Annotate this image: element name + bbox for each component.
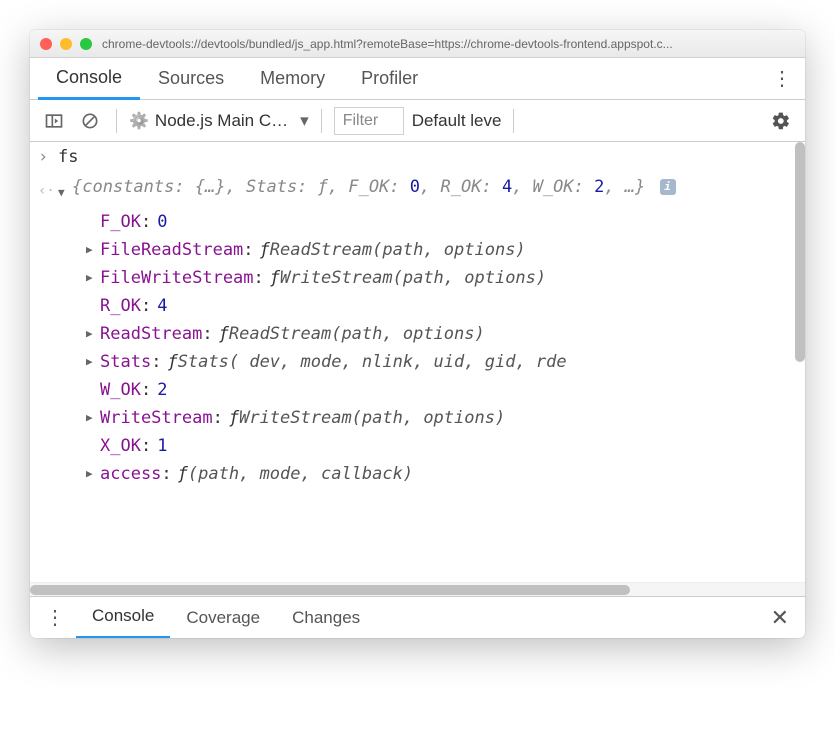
function-icon: ƒ xyxy=(219,321,229,347)
context-icon: ⚙️ xyxy=(129,111,149,131)
console-input-row[interactable]: › fs xyxy=(30,142,805,172)
expand-triangle-icon[interactable]: ▶ xyxy=(86,321,100,347)
drawer-menu-button[interactable]: ⋮ xyxy=(40,605,70,630)
tab-console[interactable]: Console xyxy=(38,58,140,100)
tab-memory[interactable]: Memory xyxy=(242,58,343,100)
traffic-lights xyxy=(40,38,92,50)
titlebar: chrome-devtools://devtools/bundled/js_ap… xyxy=(30,30,805,58)
divider xyxy=(513,109,514,133)
expand-triangle-icon[interactable]: ▶ xyxy=(86,265,100,291)
sidebar-icon xyxy=(44,111,64,131)
property-key: WriteStream xyxy=(100,405,213,431)
close-window-button[interactable] xyxy=(40,38,52,50)
devtools-window: chrome-devtools://devtools/bundled/js_ap… xyxy=(30,30,805,638)
property-row[interactable]: ▶ReadStream: ƒ ReadStream(path, options) xyxy=(86,320,805,348)
property-key: X_OK xyxy=(100,433,141,459)
property-key: W_OK xyxy=(100,377,141,403)
drawer-tab-coverage[interactable]: Coverage xyxy=(170,597,276,639)
function-icon: ƒ xyxy=(178,461,188,487)
property-row[interactable]: ▶access: ƒ (path, mode, callback) xyxy=(86,460,805,488)
function-icon: ƒ xyxy=(260,237,270,263)
property-value: ReadStream(path, options) xyxy=(229,321,485,347)
maximize-window-button[interactable] xyxy=(80,38,92,50)
object-properties: F_OK: 0▶FileReadStream: ƒ ReadStream(pat… xyxy=(30,208,805,488)
tab-profiler[interactable]: Profiler xyxy=(343,58,436,100)
function-icon: ƒ xyxy=(270,265,280,291)
expand-triangle-icon[interactable]: ▶ xyxy=(86,461,100,487)
console-settings-button[interactable] xyxy=(767,107,795,135)
expand-triangle-icon[interactable]: ▶ xyxy=(86,237,100,263)
property-key: Stats xyxy=(100,349,151,375)
expand-triangle-icon[interactable]: ▶ xyxy=(86,405,100,431)
clear-console-button[interactable] xyxy=(76,107,104,135)
toggle-sidebar-button[interactable] xyxy=(40,107,68,135)
drawer-tabs: ⋮ Console Coverage Changes ✕ xyxy=(30,596,805,638)
console-toolbar: ⚙️ Node.js Main C… ▾ Default leve xyxy=(30,100,805,142)
property-value: WriteStream(path, options) xyxy=(280,265,546,291)
log-level-selector[interactable]: Default leve xyxy=(412,111,502,131)
function-icon: ƒ xyxy=(167,349,177,375)
gear-icon xyxy=(771,111,791,131)
divider xyxy=(116,109,117,133)
property-key: F_OK xyxy=(100,209,141,235)
property-value: 0 xyxy=(157,209,167,235)
property-key: ReadStream xyxy=(100,321,202,347)
expand-triangle-icon[interactable]: ▶ xyxy=(86,349,100,375)
property-key: R_OK xyxy=(100,293,141,319)
property-value: (path, mode, callback) xyxy=(188,461,413,487)
chevron-down-icon: ▾ xyxy=(300,111,309,131)
close-drawer-button[interactable]: ✕ xyxy=(765,605,795,631)
expand-caret-icon[interactable]: ▼ xyxy=(58,174,72,206)
property-value: WriteStream(path, options) xyxy=(239,405,505,431)
property-value: Stats( dev, mode, nlink, uid, gid, rde xyxy=(178,349,567,375)
console-input-text: fs xyxy=(58,144,78,170)
property-value: 1 xyxy=(157,433,167,459)
context-selector[interactable]: ⚙️ Node.js Main C… ▾ xyxy=(129,111,309,131)
clear-icon xyxy=(80,111,100,131)
window-url: chrome-devtools://devtools/bundled/js_ap… xyxy=(102,37,795,51)
input-chevron-icon: › xyxy=(38,144,58,170)
vertical-scrollbar[interactable] xyxy=(795,142,805,362)
context-label: Node.js Main C… xyxy=(155,111,288,131)
divider xyxy=(321,109,322,133)
property-key: FileWriteStream xyxy=(100,265,254,291)
property-value: 2 xyxy=(157,377,167,403)
property-value: 4 xyxy=(157,293,167,319)
property-row[interactable]: ▶FileReadStream: ƒ ReadStream(path, opti… xyxy=(86,236,805,264)
property-row[interactable]: R_OK: 4 xyxy=(86,292,805,320)
drawer-tab-changes[interactable]: Changes xyxy=(276,597,376,639)
property-row[interactable]: ▶Stats: ƒ Stats( dev, mode, nlink, uid, … xyxy=(86,348,805,376)
property-row[interactable]: ▶FileWriteStream: ƒ WriteStream(path, op… xyxy=(86,264,805,292)
property-key: FileReadStream xyxy=(100,237,243,263)
output-chevron-icon: ‹· xyxy=(38,174,58,204)
horizontal-scrollbar-thumb[interactable] xyxy=(30,585,630,595)
horizontal-scrollbar-track[interactable] xyxy=(30,582,805,596)
minimize-window-button[interactable] xyxy=(60,38,72,50)
drawer-tab-console[interactable]: Console xyxy=(76,597,170,639)
property-row[interactable]: ▶WriteStream: ƒ WriteStream(path, option… xyxy=(86,404,805,432)
object-summary[interactable]: {constants: {…}, Stats: ƒ, F_OK: 0, R_OK… xyxy=(72,174,676,200)
console-output: › fs ‹· ▼ {constants: {…}, Stats: ƒ, F_O… xyxy=(30,142,805,582)
property-value: ReadStream(path, options) xyxy=(270,237,526,263)
property-row[interactable]: F_OK: 0 xyxy=(86,208,805,236)
info-icon[interactable]: i xyxy=(660,179,676,195)
filter-input[interactable] xyxy=(334,107,404,135)
property-row[interactable]: W_OK: 2 xyxy=(86,376,805,404)
function-icon: ƒ xyxy=(229,405,239,431)
property-key: access xyxy=(100,461,161,487)
main-tabs: Console Sources Memory Profiler ⋮ xyxy=(30,58,805,100)
property-row[interactable]: X_OK: 1 xyxy=(86,432,805,460)
tab-sources[interactable]: Sources xyxy=(140,58,242,100)
main-menu-button[interactable]: ⋮ xyxy=(767,66,797,91)
console-output-row[interactable]: ‹· ▼ {constants: {…}, Stats: ƒ, F_OK: 0,… xyxy=(30,172,805,208)
